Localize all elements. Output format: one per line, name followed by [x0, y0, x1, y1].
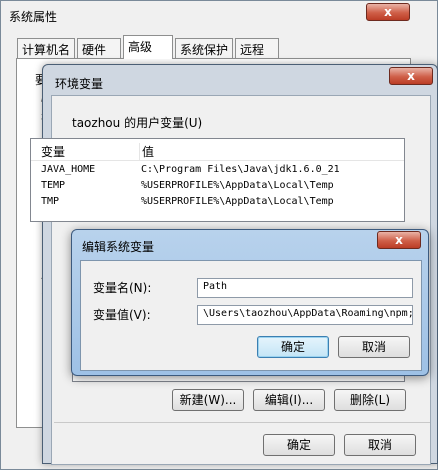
- var-value-label: 变量值(V):: [93, 308, 151, 322]
- user-vars-list[interactable]: 变量 值 JAVA_HOME C:\Program Files\Java\jdk…: [30, 138, 405, 222]
- edit-button[interactable]: 编辑(I)...: [253, 389, 325, 411]
- table-row[interactable]: TEMP %USERPROFILE%\AppData\Local\Temp: [31, 180, 404, 194]
- var-name-label: 变量名(N):: [93, 281, 152, 295]
- tab-system-protection[interactable]: 系统保护: [175, 38, 233, 58]
- table-row[interactable]: TMP %USERPROFILE%\AppData\Local\Temp: [31, 196, 404, 210]
- var-value: C:\Program Files\Java\jdk1.6.0_21: [141, 164, 340, 175]
- var-name: JAVA_HOME: [41, 164, 96, 175]
- list-header: 变量 值: [31, 139, 404, 161]
- window-title: 环境变量: [55, 77, 104, 91]
- divider: [54, 422, 430, 423]
- window-title: 系统属性: [9, 10, 58, 24]
- env-cancel-button[interactable]: 取消: [344, 434, 416, 456]
- var-value: %USERPROFILE%\AppData\Local\Temp: [141, 196, 334, 207]
- close-icon: x: [407, 69, 415, 83]
- cancel-button[interactable]: 取消: [338, 336, 410, 358]
- env-ok-button[interactable]: 确定: [263, 434, 335, 456]
- edit-system-variable-dialog: 编辑系统变量 x 变量名(N): Path 变量值(V): \Users\tao…: [71, 229, 429, 376]
- close-icon: x: [395, 233, 403, 247]
- var-name: TEMP: [41, 180, 66, 191]
- user-vars-label: taozhou 的用户变量(U): [72, 116, 203, 130]
- close-button[interactable]: x: [389, 67, 433, 85]
- tab-hardware[interactable]: 硬件: [77, 38, 121, 58]
- var-name-field[interactable]: Path: [197, 278, 413, 298]
- close-button[interactable]: x: [366, 3, 410, 21]
- column-header-name[interactable]: 变量: [41, 143, 65, 160]
- close-button[interactable]: x: [377, 231, 421, 249]
- var-value: %USERPROFILE%\AppData\Local\Temp: [141, 180, 334, 191]
- column-header-value[interactable]: 值: [139, 143, 154, 160]
- var-value-field[interactable]: \Users\taozhou\AppData\Roaming\npm;: [197, 305, 413, 325]
- dialog-title: 编辑系统变量: [82, 240, 155, 254]
- tab-advanced[interactable]: 高级: [123, 35, 173, 59]
- delete-button[interactable]: 删除(L): [334, 389, 406, 411]
- var-name: TMP: [41, 196, 60, 207]
- dialog-body: 变量名(N): Path 变量值(V): \Users\taozhou\AppD…: [80, 260, 422, 371]
- table-row[interactable]: JAVA_HOME C:\Program Files\Java\jdk1.6.0…: [31, 164, 404, 178]
- tab-remote[interactable]: 远程: [235, 38, 279, 58]
- tab-computer-name[interactable]: 计算机名: [17, 38, 75, 58]
- new-button[interactable]: 新建(W)...: [172, 389, 244, 411]
- close-icon: x: [384, 5, 392, 19]
- ok-button[interactable]: 确定: [257, 336, 329, 358]
